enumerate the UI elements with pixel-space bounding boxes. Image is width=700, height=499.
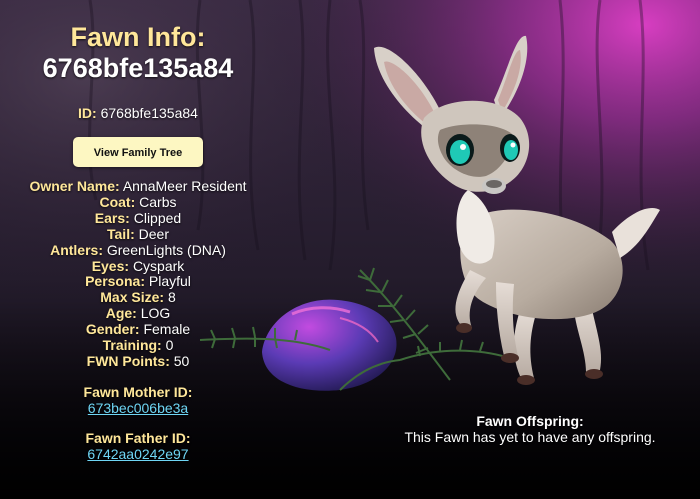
glowing-rock [262,299,397,391]
id-value: 6768bfe135a84 [100,105,198,121]
attribute-value: Playful [148,273,191,290]
attribute-label: Eyes: [91,257,130,274]
training-row: Training: 0 [0,337,276,354]
attribute-label: Antlers: [50,241,103,258]
fwn-points-row: FWN Points: 50 [0,352,276,370]
attribute-value: 8 [167,289,176,306]
mother-id-link[interactable]: 673bec006be3a [88,400,188,416]
page-title: Fawn Info: [70,22,206,52]
attribute-value: Clipped [133,209,182,226]
attribute-label: Ears: [94,209,130,226]
antlers-row: Antlers: GreenLights (DNA) [0,241,276,259]
owner-name-row: Owner Name: AnnaMeer Resident [0,178,276,195]
attribute-label: Age: [105,305,137,322]
mother-label: Fawn Mother ID: [83,383,193,400]
father-block: Fawn Father ID: 6742aa0242e97 [0,430,276,462]
mother-block: Fawn Mother ID: 673bec006be3a [0,384,276,416]
fawn-info-page: Fawn Info: 6768bfe135a84 ID: 6768bfe135a… [0,0,700,499]
attribute-label: Coat: [99,193,136,210]
offspring-section: Fawn Offspring: This Fawn has yet to hav… [380,413,680,445]
offspring-message: This Fawn has yet to have any offspring. [404,429,656,445]
id-row: ID: 6768bfe135a84 [0,104,276,122]
view-family-tree-button[interactable]: View Family Tree [73,137,203,167]
attribute-label: Training: [102,337,162,354]
coat-row: Coat: Carbs [0,193,276,211]
attribute-list: Owner Name: AnnaMeer Resident Coat: Carb… [0,178,276,370]
attribute-label: Tail: [107,225,135,242]
gender-row: Gender: Female [0,321,276,338]
attribute-label: Max Size: [100,289,165,306]
persona-row: Persona: Playful [0,273,276,290]
attribute-value: LOG [140,305,171,322]
fawn-info-panel: Fawn Info: 6768bfe135a84 ID: 6768bfe135a… [0,22,276,462]
attribute-label: FWN Points: [86,352,170,369]
offspring-title: Fawn Offspring: [476,413,584,429]
ears-row: Ears: Clipped [0,209,276,227]
attribute-label: Gender: [85,321,140,338]
max-size-row: Max Size: 8 [0,289,276,306]
attribute-value: 0 [165,337,174,354]
attribute-value: Carbs [139,193,177,210]
attribute-value: Female [143,321,191,338]
fawn-id-heading: 6768bfe135a84 [42,53,234,83]
tail-row: Tail: Deer [0,225,276,243]
age-row: Age: LOG [0,305,276,322]
attribute-value: Deer [138,225,169,242]
father-id-link[interactable]: 6742aa0242e97 [87,446,188,462]
attribute-value: GreenLights (DNA) [106,241,226,258]
eyes-row: Eyes: Cyspark [0,257,276,275]
father-label: Fawn Father ID: [85,429,191,446]
attribute-label: Owner Name: [29,178,120,194]
fawn-character [374,35,660,385]
id-label: ID: [78,105,97,121]
attribute-value: 50 [173,352,190,369]
attribute-value: Cyspark [132,257,185,274]
attribute-value: AnnaMeer Resident [122,178,247,194]
attribute-label: Persona: [85,273,145,290]
